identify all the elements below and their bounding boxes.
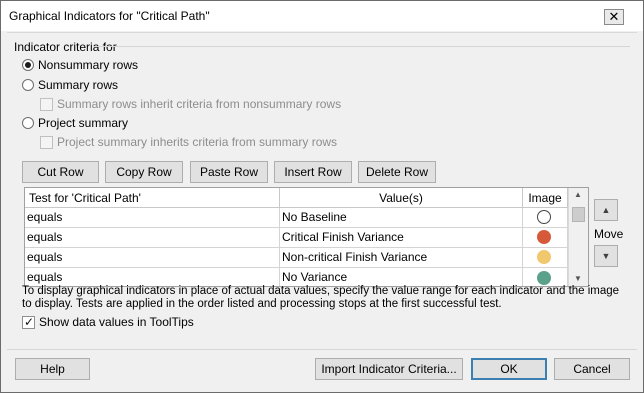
project-inherit-checkbox[interactable] <box>40 136 53 149</box>
project-summary-radio[interactable] <box>22 117 34 129</box>
table-row-test-cell[interactable]: equals <box>25 228 280 248</box>
group-divider <box>95 46 630 47</box>
table-scrollbar[interactable]: ▲ ▼ <box>568 188 588 286</box>
insert-row-button[interactable]: Insert Row <box>274 161 352 183</box>
cut-row-button[interactable]: Cut Row <box>22 161 99 183</box>
ok-button[interactable]: OK <box>471 358 547 380</box>
red-circle-icon <box>537 230 551 244</box>
yellow-circle-icon <box>537 250 551 264</box>
summary-inherit-checkbox[interactable] <box>40 98 53 111</box>
column-header-values[interactable]: Value(s) <box>280 188 523 208</box>
show-values-checkbox[interactable] <box>22 315 35 329</box>
project-inherit-label: Project summary inherits criteria from s… <box>57 135 338 149</box>
table-row-value-cell[interactable]: Non-critical Finish Variance <box>280 248 523 268</box>
green-circle-icon <box>537 271 551 285</box>
table-row-test-cell[interactable]: equals <box>25 248 280 268</box>
nonsummary-radio[interactable] <box>22 59 34 71</box>
criteria-group-label: Indicator criteria for <box>14 40 117 54</box>
column-header-image[interactable]: Image <box>523 188 568 208</box>
empty-circle-icon <box>537 210 551 224</box>
title-bar: Graphical Indicators for "Critical Path"… <box>1 1 643 31</box>
table-row-image-cell[interactable] <box>523 248 568 268</box>
move-up-button[interactable]: ▲ <box>594 199 618 221</box>
move-down-icon: ▼ <box>601 251 611 261</box>
help-button[interactable]: Help <box>15 358 90 380</box>
summary-inherit-label: Summary rows inherit criteria from nonsu… <box>57 97 342 111</box>
close-icon[interactable]: ✕ <box>604 9 624 25</box>
info-text: To display graphical indicators in place… <box>22 285 620 310</box>
cancel-button[interactable]: Cancel <box>554 358 630 380</box>
nonsummary-label[interactable]: Nonsummary rows <box>38 58 138 72</box>
copy-row-button[interactable]: Copy Row <box>105 161 183 183</box>
paste-row-button[interactable]: Paste Row <box>190 161 268 183</box>
scroll-down-icon[interactable]: ▼ <box>574 274 582 283</box>
table-row-value-cell[interactable]: Critical Finish Variance <box>280 228 523 248</box>
table-row-test-cell[interactable]: equals <box>25 208 280 228</box>
window-title: Graphical Indicators for "Critical Path" <box>9 9 210 23</box>
summary-label[interactable]: Summary rows <box>38 78 118 92</box>
table-row-value-cell[interactable]: No Baseline <box>280 208 523 228</box>
table-row-image-cell[interactable] <box>523 228 568 248</box>
scroll-up-icon[interactable]: ▲ <box>574 190 582 199</box>
move-up-icon: ▲ <box>601 205 611 215</box>
show-values-label[interactable]: Show data values in ToolTips <box>39 315 194 329</box>
move-down-button[interactable]: ▼ <box>594 245 618 267</box>
footer-divider <box>7 349 637 350</box>
scroll-thumb[interactable] <box>572 207 585 222</box>
table-row-image-cell[interactable] <box>523 208 568 228</box>
project-summary-label[interactable]: Project summary <box>38 116 128 130</box>
indicator-table: Test for 'Critical Path' Value(s) Image … <box>24 187 589 287</box>
column-header-test[interactable]: Test for 'Critical Path' <box>25 188 280 208</box>
delete-row-button[interactable]: Delete Row <box>358 161 436 183</box>
move-label: Move <box>594 227 624 241</box>
dialog-window: Graphical Indicators for "Critical Path"… <box>0 0 644 393</box>
dialog-body: Indicator criteria for Nonsummary rows S… <box>7 32 637 388</box>
import-criteria-button[interactable]: Import Indicator Criteria... <box>315 358 463 380</box>
summary-radio[interactable] <box>22 79 34 91</box>
